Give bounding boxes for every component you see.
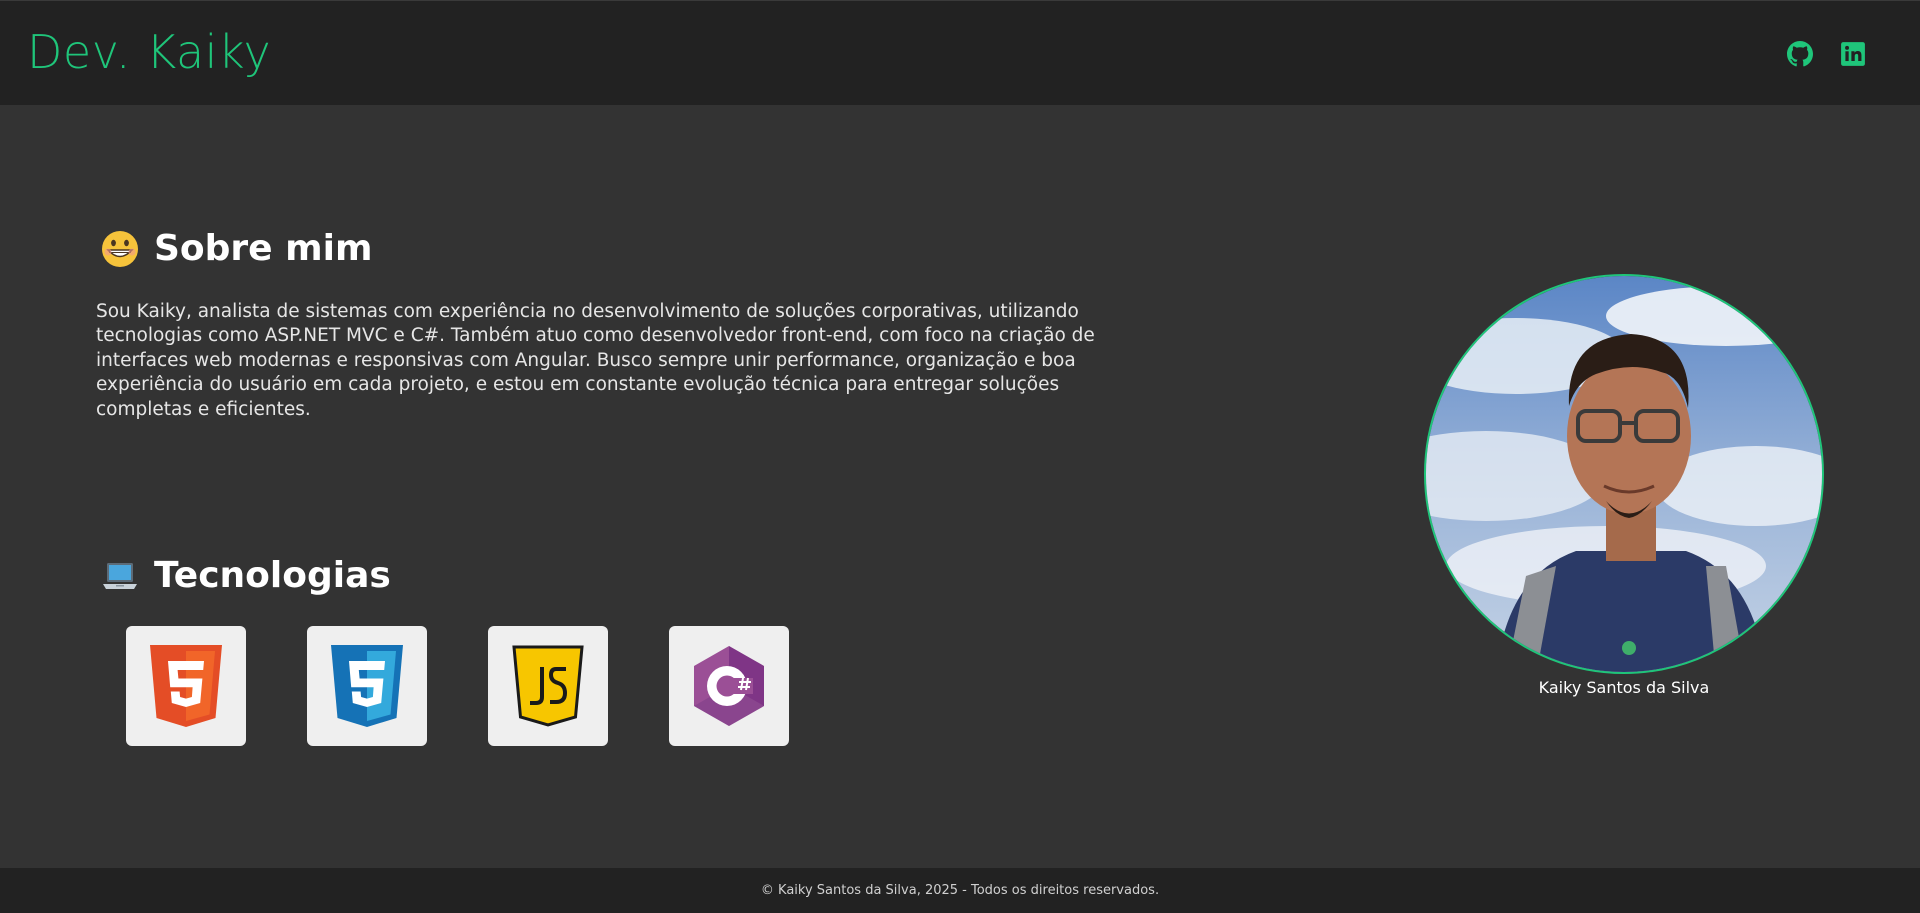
tech-card-javascript[interactable] [488, 626, 608, 746]
javascript-icon [512, 645, 584, 727]
tech-card-html[interactable] [126, 626, 246, 746]
footer-copyright: © Kaiky Santos da Silva, 2025 - Todos os… [760, 883, 1160, 898]
tech-card-css[interactable] [307, 626, 427, 746]
about-heading: Sobre mim [100, 228, 373, 269]
brand-logo[interactable]: Dev. Kaiky [27, 25, 271, 79]
profile-photo [1424, 274, 1824, 674]
css3-icon [331, 645, 403, 727]
linkedin-icon [1841, 42, 1865, 66]
about-paragraph: Sou Kaiky, analista de sistemas com expe… [96, 301, 1095, 420]
github-link[interactable] [1787, 41, 1813, 67]
profile-name: Kaiky Santos da Silva [1538, 678, 1710, 697]
tech-card-csharp[interactable] [669, 626, 789, 746]
grinning-face-icon [100, 229, 140, 269]
tech-heading: Tecnologias [100, 555, 391, 596]
github-icon [1787, 41, 1813, 67]
linkedin-link[interactable] [1840, 41, 1866, 67]
top-navbar: Dev. Kaiky [0, 0, 1920, 105]
html5-icon [150, 645, 222, 727]
tech-title: Tecnologias [154, 555, 391, 596]
about-title: Sobre mim [154, 228, 373, 269]
csharp-icon [694, 646, 764, 726]
footer: © Kaiky Santos da Silva, 2025 - Todos os… [0, 868, 1920, 913]
laptop-icon [100, 556, 140, 596]
